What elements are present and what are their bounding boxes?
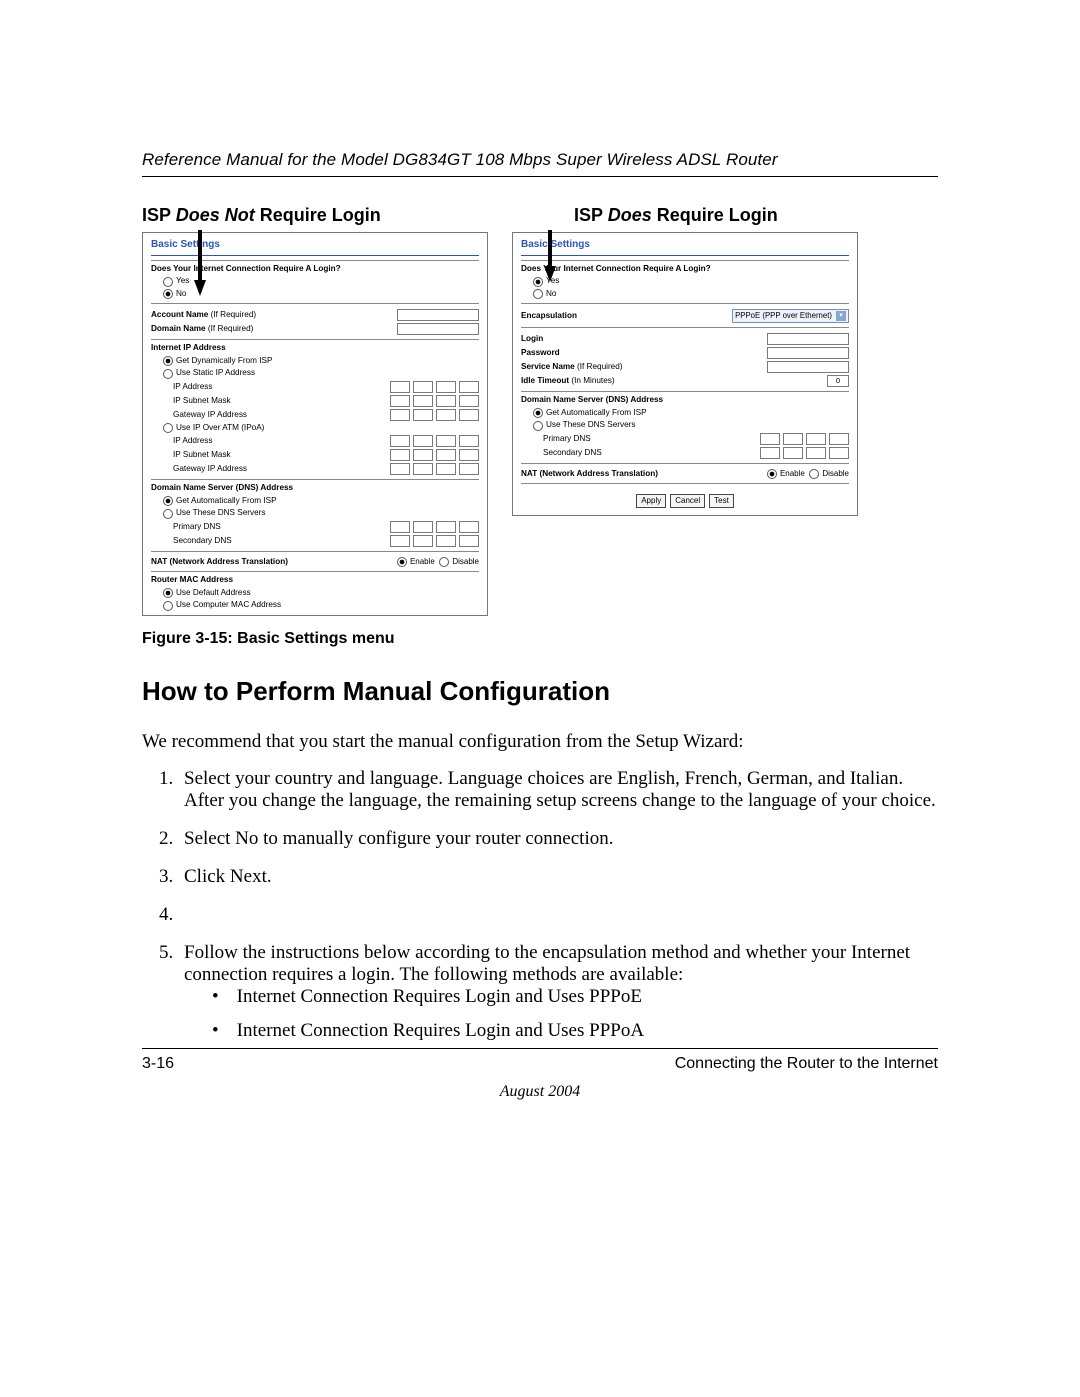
page-number: 3-16 <box>142 1055 174 1073</box>
radio-static-ip[interactable] <box>163 369 173 379</box>
account-name-input[interactable] <box>397 309 479 321</box>
ipoa-addr-input[interactable] <box>390 435 479 447</box>
list-item <box>178 904 938 926</box>
cancel-button[interactable]: Cancel <box>670 494 705 508</box>
step-list: Select your country and language. Langua… <box>142 768 938 1042</box>
section-heading: How to Perform Manual Configuration <box>142 676 938 707</box>
arrow-right <box>536 230 564 282</box>
list-item: Click Next. <box>178 866 938 888</box>
list-item: Follow the instructions below according … <box>178 942 938 1042</box>
caption-right: ISP Does Require Login <box>574 205 938 226</box>
radio-get-dyn[interactable] <box>163 356 173 366</box>
nat-enable[interactable] <box>397 557 407 567</box>
login-question: Does Your Internet Connection Require A … <box>151 264 341 273</box>
chevron-down-icon: ▾ <box>836 311 846 321</box>
list-item: Internet Connection Requires Login and U… <box>212 986 938 1008</box>
dns-primary-input[interactable] <box>760 433 849 445</box>
radio-mac-computer[interactable] <box>163 601 173 611</box>
gateway-input[interactable] <box>390 409 479 421</box>
radio-mac-default[interactable] <box>163 588 173 598</box>
idle-timeout-input[interactable]: 0 <box>827 375 849 387</box>
figure-panels: Basic Settings Does Your Internet Connec… <box>142 232 938 616</box>
radio-no[interactable] <box>163 289 173 299</box>
service-name-input[interactable] <box>767 361 849 373</box>
arrow-left <box>186 230 214 296</box>
dns-primary-input[interactable] <box>390 521 479 533</box>
dns-secondary-input[interactable] <box>390 535 479 547</box>
list-item: Internet Connection Requires Login and U… <box>212 1020 938 1042</box>
dns-secondary-input[interactable] <box>760 447 849 459</box>
panel-title: Basic Settings <box>521 239 849 252</box>
nat-disable[interactable] <box>809 469 819 479</box>
ip-mask-input[interactable] <box>390 395 479 407</box>
radio-dns-these[interactable] <box>533 421 543 431</box>
page-footer: 3-16 Connecting the Router to the Intern… <box>142 1048 938 1101</box>
figure-caption: Figure 3-15: Basic Settings menu <box>142 630 938 648</box>
nat-enable[interactable] <box>767 469 777 479</box>
chapter-title: Connecting the Router to the Internet <box>675 1055 938 1073</box>
radio-dns-auto[interactable] <box>533 408 543 418</box>
ipoa-mask-input[interactable] <box>390 449 479 461</box>
login-input[interactable] <box>767 333 849 345</box>
header-rule <box>142 176 938 177</box>
caption-left: ISP Does Not Require Login <box>142 205 506 226</box>
footer-date: August 2004 <box>142 1083 938 1101</box>
radio-ipoa[interactable] <box>163 423 173 433</box>
section-intro: We recommend that you start the manual c… <box>142 729 938 754</box>
test-button[interactable]: Test <box>709 494 734 508</box>
apply-button[interactable]: Apply <box>636 494 666 508</box>
radio-no[interactable] <box>533 289 543 299</box>
ip-address-input[interactable] <box>390 381 479 393</box>
radio-yes[interactable] <box>163 277 173 287</box>
radio-dns-these[interactable] <box>163 509 173 519</box>
nat-disable[interactable] <box>439 557 449 567</box>
radio-dns-auto[interactable] <box>163 496 173 506</box>
ipoa-gw-input[interactable] <box>390 463 479 475</box>
list-item: Select No to manually configure your rou… <box>178 828 938 850</box>
encapsulation-select[interactable]: PPPoE (PPP over Ethernet)▾ <box>732 309 849 323</box>
list-item: Select your country and language. Langua… <box>178 768 938 812</box>
domain-name-input[interactable] <box>397 323 479 335</box>
running-header: Reference Manual for the Model DG834GT 1… <box>142 150 938 170</box>
password-input[interactable] <box>767 347 849 359</box>
